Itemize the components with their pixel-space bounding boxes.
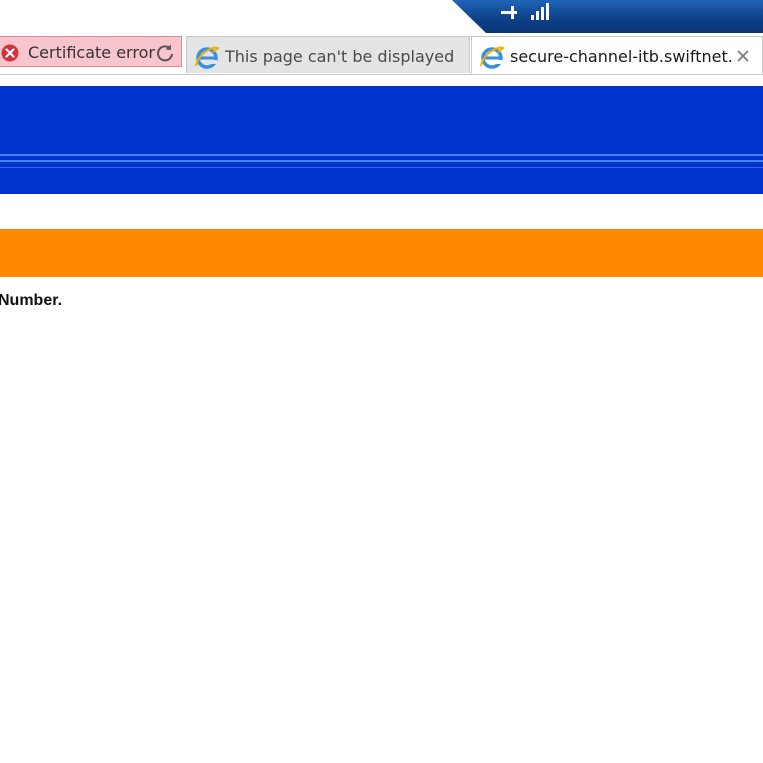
header-stripe — [0, 154, 763, 156]
tab-label: This page can't be displayed — [225, 48, 455, 66]
orange-banner — [0, 229, 763, 277]
tab-page-cant-be-displayed[interactable]: This page can't be displayed — [186, 36, 470, 73]
site-header-banner — [0, 86, 763, 194]
header-stripe — [0, 167, 763, 168]
page-body-text: Number. — [0, 292, 63, 309]
window-chrome — [0, 0, 763, 36]
refresh-icon[interactable] — [155, 43, 175, 63]
signal-strength-icon[interactable] — [528, 2, 550, 22]
ie-icon — [195, 46, 220, 69]
header-stripe — [0, 160, 763, 162]
ie-icon — [480, 46, 505, 69]
tab-secure-channel[interactable]: secure-channel-itb.swiftnet.... — [471, 36, 763, 74]
close-icon[interactable] — [735, 48, 751, 64]
error-x-icon — [1, 44, 19, 62]
certificate-error-button[interactable]: Certificate error — [0, 36, 182, 67]
pin-icon[interactable] — [497, 2, 521, 22]
tab-label: secure-channel-itb.swiftnet.... — [510, 48, 732, 66]
tab-strip: Certificate error This page can't be dis… — [0, 36, 763, 75]
certificate-error-label: Certificate error — [28, 43, 155, 62]
